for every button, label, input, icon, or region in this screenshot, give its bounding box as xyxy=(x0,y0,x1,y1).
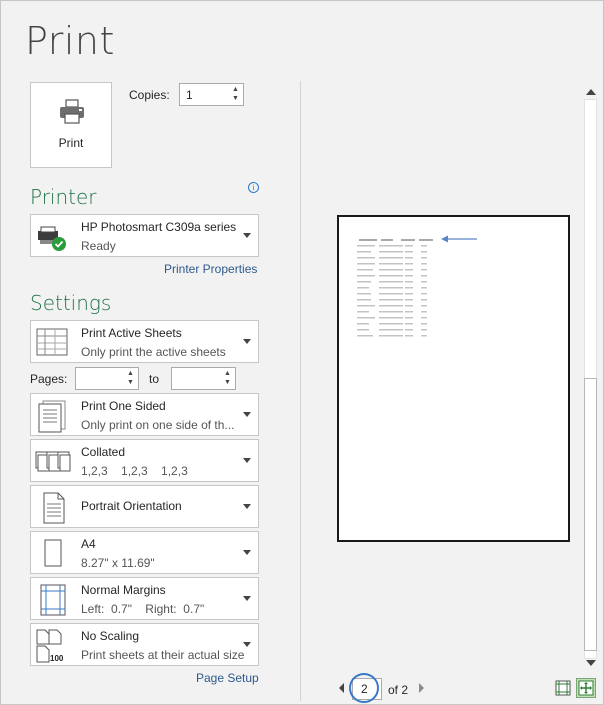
scaling-icon-text: 100 xyxy=(50,654,64,663)
pages-from-input[interactable]: ▲ ▼ xyxy=(75,367,139,390)
sides-sub: Only print on one side of th... xyxy=(81,418,235,432)
margins-dropdown[interactable]: Normal Margins Left: 0.7" Right: 0.7" xyxy=(30,577,259,620)
active-sheets-icon xyxy=(36,328,68,356)
settings-heading: Settings xyxy=(30,291,112,315)
print-button-label: Print xyxy=(58,136,84,150)
scrollbar-thumb[interactable] xyxy=(584,378,597,651)
collate-dropdown[interactable]: Collated 1,2,3 1,2,3 1,2,3 xyxy=(30,439,259,482)
chevron-down-icon xyxy=(243,411,251,417)
margins-icon xyxy=(40,584,66,616)
scroll-up-arrow-icon[interactable] xyxy=(586,89,596,95)
show-margins-icon[interactable] xyxy=(555,680,571,696)
collate-sub: 1,2,3 1,2,3 1,2,3 xyxy=(81,464,188,478)
chevron-down-icon xyxy=(243,503,251,509)
preview-sheet-content xyxy=(357,235,477,337)
copies-value: 1 xyxy=(186,88,193,102)
margins-sub: Left: 0.7" Right: 0.7" xyxy=(81,602,205,616)
print-button[interactable]: Print xyxy=(30,82,112,168)
zoom-to-page-icon xyxy=(578,680,594,696)
scaling-sub: Print sheets at their actual size xyxy=(81,648,245,662)
preview-scrollbar[interactable] xyxy=(583,81,599,673)
one-sided-icon xyxy=(38,400,66,433)
collated-icon xyxy=(35,451,71,472)
orientation-dropdown[interactable]: Portrait Orientation xyxy=(30,485,259,528)
printer-dropdown[interactable]: HP Photosmart C309a series Ready xyxy=(30,214,259,257)
paper-size-icon xyxy=(44,539,62,567)
chevron-down-icon xyxy=(243,549,251,555)
printer-icon xyxy=(60,99,84,124)
pages-from-stepper-arrows[interactable]: ▲ ▼ xyxy=(126,369,135,388)
scaling-dropdown[interactable]: 100 No Scaling Print sheets at their act… xyxy=(30,623,259,666)
chevron-down-icon xyxy=(243,595,251,601)
no-scaling-icon: 100 xyxy=(36,629,64,663)
pages-to-stepper-arrows[interactable]: ▲ ▼ xyxy=(223,369,232,388)
printer-status: Ready xyxy=(81,239,116,253)
printer-name: HP Photosmart C309a series xyxy=(81,220,237,234)
preview-arrow-annotation xyxy=(441,235,477,243)
chevron-down-icon xyxy=(243,232,251,238)
sides-dropdown[interactable]: Print One Sided Only print on one side o… xyxy=(30,393,259,436)
next-page-button[interactable] xyxy=(419,683,424,693)
print-backstage: Print Print Copies: 1 ▲ ▼ Printer i HP Ph… xyxy=(0,0,604,705)
previous-page-button[interactable] xyxy=(339,683,344,693)
collate-title: Collated xyxy=(81,445,126,459)
copies-stepper-arrows[interactable]: ▲ ▼ xyxy=(231,85,240,104)
print-what-sub: Only print the active sheets xyxy=(81,345,226,359)
page-setup-link[interactable]: Page Setup xyxy=(196,671,259,685)
printer-ready-icon xyxy=(38,226,66,251)
chevron-down-icon xyxy=(243,338,251,344)
printer-heading: Printer xyxy=(30,185,97,209)
panel-divider xyxy=(300,81,301,701)
portrait-orientation-icon xyxy=(43,492,65,524)
info-icon[interactable]: i xyxy=(248,182,259,193)
copies-stepper[interactable]: 1 ▲ ▼ xyxy=(179,83,244,106)
pages-to-input[interactable]: ▲ ▼ xyxy=(171,367,236,390)
margins-title: Normal Margins xyxy=(81,583,166,597)
chevron-down-icon xyxy=(243,641,251,647)
paper-size-sub: 8.27" x 11.69" xyxy=(81,556,155,570)
paper-size-title: A4 xyxy=(81,537,96,551)
pages-label: Pages: xyxy=(30,372,68,386)
page-title: Print xyxy=(25,19,115,63)
page-count-label: of 2 xyxy=(388,683,409,697)
printer-properties-link[interactable]: Printer Properties xyxy=(164,262,257,276)
sides-title: Print One Sided xyxy=(81,399,166,413)
print-what-dropdown[interactable]: Print Active Sheets Only print the activ… xyxy=(30,320,259,363)
copies-label: Copies: xyxy=(129,88,170,102)
pages-to-label: to xyxy=(149,372,160,386)
orientation-title: Portrait Orientation xyxy=(81,499,182,513)
zoom-to-page-button[interactable] xyxy=(576,678,596,698)
print-preview-page xyxy=(337,215,570,542)
scroll-down-arrow-icon[interactable] xyxy=(586,660,596,666)
paper-size-dropdown[interactable]: A4 8.27" x 11.69" xyxy=(30,531,259,574)
print-what-title: Print Active Sheets xyxy=(81,326,182,340)
chevron-down-icon xyxy=(243,457,251,463)
highlight-circle xyxy=(349,673,379,703)
scaling-title: No Scaling xyxy=(81,629,140,643)
